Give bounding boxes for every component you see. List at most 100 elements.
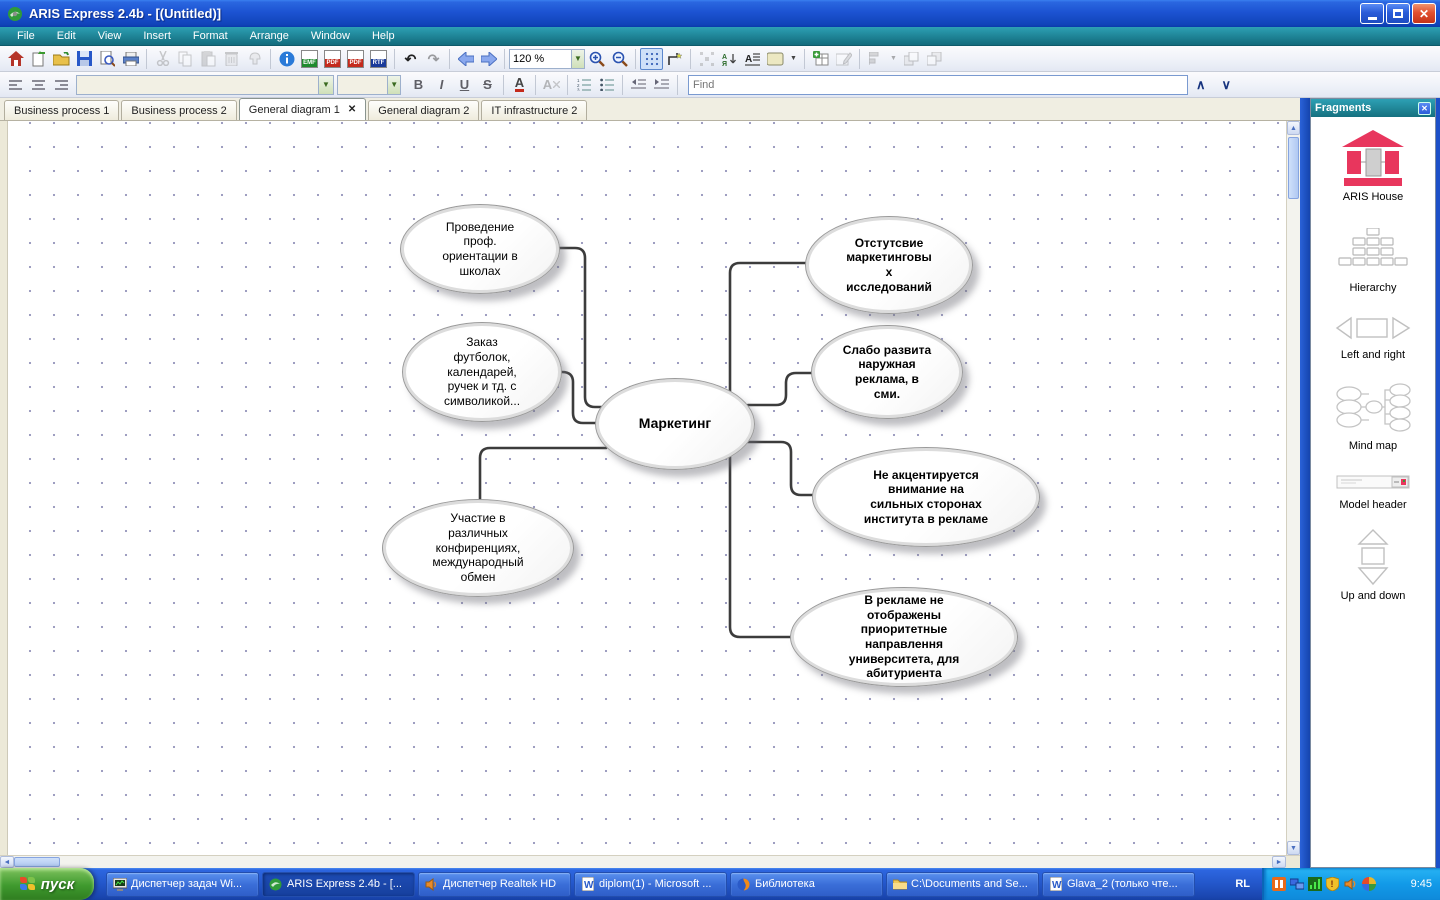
panel-splitter[interactable] [1300, 98, 1310, 868]
zoom-dropdown-icon[interactable]: ▼ [570, 49, 584, 68]
font-size-combo[interactable]: ▼ [337, 74, 401, 95]
connection-mode-icon[interactable] [663, 48, 686, 70]
tab-close-icon[interactable]: ✕ [348, 104, 356, 115]
bring-to-front-icon[interactable] [900, 48, 923, 70]
menu-edit[interactable]: Edit [46, 27, 87, 46]
diagram-canvas[interactable]: Проведение проф. ориентации в школах Зак… [8, 121, 1286, 855]
numbered-list-icon[interactable]: 123 [572, 74, 595, 96]
match-size-icon[interactable] [695, 48, 718, 70]
bullet-list-icon[interactable] [595, 74, 618, 96]
fragment-model-header[interactable]: Model header [1311, 469, 1435, 511]
align-dropdown-icon[interactable]: ▼ [887, 48, 900, 70]
minimize-button[interactable] [1360, 3, 1384, 24]
task-realtek[interactable]: Диспетчер Realtek HD [418, 871, 571, 897]
scroll-up-icon[interactable]: ▲ [1287, 121, 1300, 135]
node-prof-orientation[interactable]: Проведение проф. ориентации в школах [400, 204, 560, 294]
export-emf-icon[interactable]: EMF [298, 48, 321, 70]
find-next-icon[interactable]: ∨ [1214, 77, 1240, 93]
cut-icon[interactable] [151, 48, 174, 70]
node-ads-missing-priorities[interactable]: В рекламе не отображены приоритетные нап… [790, 587, 1018, 687]
export-rtf-icon[interactable]: RTF [367, 48, 390, 70]
italic-button[interactable]: I [430, 74, 453, 96]
paste-icon[interactable] [197, 48, 220, 70]
tab-general-diagram-2[interactable]: General diagram 2 [368, 100, 480, 120]
scroll-left-icon[interactable]: ◄ [0, 856, 14, 868]
zoom-level-input[interactable] [510, 52, 571, 65]
undo-icon[interactable]: ↶ [399, 48, 422, 70]
print-preview-icon[interactable] [96, 48, 119, 70]
menu-window[interactable]: Window [300, 27, 361, 46]
increase-indent-icon[interactable] [650, 74, 673, 96]
font-family-dropdown-icon[interactable]: ▼ [317, 75, 333, 94]
font-color-button[interactable]: A [508, 74, 531, 96]
tray-media-icon[interactable] [1272, 877, 1286, 891]
tray-security-shield-icon[interactable]: ! [1326, 877, 1340, 891]
tab-business-process-1[interactable]: Business process 1 [4, 100, 120, 120]
menu-file[interactable]: File [6, 27, 46, 46]
font-family-combo[interactable]: ▼ [76, 74, 334, 95]
start-button[interactable]: пуск [0, 868, 94, 900]
save-icon[interactable] [73, 48, 96, 70]
fill-color-icon[interactable] [764, 48, 787, 70]
info-icon[interactable] [275, 48, 298, 70]
vertical-scroll-thumb[interactable] [1288, 137, 1299, 199]
align-center-icon[interactable] [27, 74, 50, 96]
node-no-marketing-research[interactable]: Отстутсвие маркетинговы х исследований [805, 216, 973, 314]
redo-icon[interactable]: ↷ [422, 48, 445, 70]
menu-insert[interactable]: Insert [132, 27, 182, 46]
fragment-mind-map[interactable]: Mind map [1311, 378, 1435, 452]
node-merch-order[interactable]: Заказ футболок, календарей, ручек и тд. … [402, 322, 562, 422]
copy-icon[interactable] [174, 48, 197, 70]
print-icon[interactable] [119, 48, 142, 70]
find-previous-icon[interactable]: ∧ [1188, 77, 1214, 93]
tray-network-icon[interactable] [1290, 877, 1304, 891]
underline-button[interactable]: U [453, 74, 476, 96]
strikethrough-button[interactable]: S [476, 74, 499, 96]
align-right-icon[interactable] [50, 74, 73, 96]
find-input[interactable] [688, 74, 1188, 95]
task-aris-express[interactable]: ARIS Express 2.4b - [... [262, 871, 415, 897]
align-objects-icon[interactable] [864, 48, 887, 70]
tray-update-icon[interactable] [1362, 877, 1376, 891]
bold-button[interactable]: B [407, 74, 430, 96]
send-to-back-icon[interactable] [923, 48, 946, 70]
format-painter-icon[interactable] [243, 48, 266, 70]
menu-arrange[interactable]: Arrange [239, 27, 300, 46]
menu-help[interactable]: Help [361, 27, 406, 46]
fragment-left-and-right[interactable]: Left and right [1311, 311, 1435, 361]
grid-toggle-icon[interactable] [640, 47, 663, 70]
delete-icon[interactable] [220, 48, 243, 70]
zoom-level-combo[interactable]: ▼ [509, 48, 585, 69]
scroll-right-icon[interactable]: ► [1272, 856, 1286, 868]
horizontal-scrollbar[interactable]: ◄ ► [0, 855, 1300, 868]
task-firefox-library[interactable]: Библиотека [730, 871, 883, 897]
menu-view[interactable]: View [87, 27, 133, 46]
back-icon[interactable] [454, 48, 477, 70]
new-document-icon[interactable] [27, 48, 50, 70]
sort-alpha-icon[interactable]: AЯ [718, 48, 741, 70]
menu-format[interactable]: Format [182, 27, 239, 46]
maximize-button[interactable] [1386, 3, 1410, 24]
task-word-glava2[interactable]: W Glava_2 (только чте... [1042, 871, 1195, 897]
tray-speaker-icon[interactable] [1344, 877, 1358, 891]
node-weak-outdoor-ads[interactable]: Слабо развита наружная реклама, в сми. [811, 325, 963, 419]
tab-general-diagram-1[interactable]: General diagram 1 ✕ [238, 98, 367, 120]
task-word-diplom[interactable]: W diplom(1) - Microsoft ... [574, 871, 727, 897]
language-indicator[interactable]: RL [1223, 878, 1262, 890]
zoom-out-icon[interactable] [608, 48, 631, 70]
font-size-input[interactable] [338, 78, 388, 91]
scroll-down-icon[interactable]: ▼ [1287, 841, 1300, 855]
align-left-icon[interactable] [4, 74, 27, 96]
node-conferences[interactable]: Участие в различных конфиренциях, междун… [382, 499, 574, 597]
task-task-manager[interactable]: Диспетчер задач Wi... [106, 871, 259, 897]
fragment-hierarchy[interactable]: Hierarchy [1311, 220, 1435, 294]
fragments-header[interactable]: Fragments ✕ [1311, 99, 1435, 117]
zoom-in-icon[interactable] [585, 48, 608, 70]
fill-color-dropdown-icon[interactable]: ▼ [787, 48, 800, 70]
tab-business-process-2[interactable]: Business process 2 [121, 100, 237, 120]
clear-formatting-button[interactable]: A [540, 74, 563, 96]
font-family-input[interactable] [77, 78, 318, 91]
tray-volume-mixer-icon[interactable] [1308, 877, 1322, 891]
edit-attribute-icon[interactable] [832, 48, 855, 70]
decrease-indent-icon[interactable] [627, 74, 650, 96]
